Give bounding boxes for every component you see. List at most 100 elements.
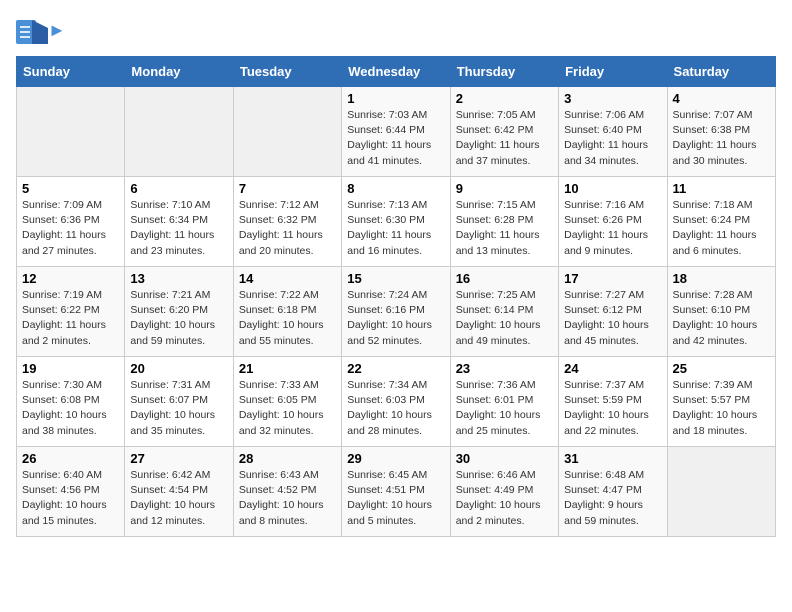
calendar-cell bbox=[667, 447, 775, 537]
day-info: Sunrise: 6:46 AM Sunset: 4:49 PM Dayligh… bbox=[456, 468, 553, 529]
calendar-cell: 30 Sunrise: 6:46 AM Sunset: 4:49 PM Dayli… bbox=[450, 447, 558, 537]
day-number: 13 bbox=[130, 271, 227, 286]
day-info: Sunrise: 7:34 AM Sunset: 6:03 PM Dayligh… bbox=[347, 378, 444, 439]
day-info: Sunrise: 7:21 AM Sunset: 6:20 PM Dayligh… bbox=[130, 288, 227, 349]
logo: ► bbox=[16, 16, 66, 44]
calendar-cell bbox=[17, 87, 125, 177]
day-info: Sunrise: 6:45 AM Sunset: 4:51 PM Dayligh… bbox=[347, 468, 444, 529]
day-info: Sunrise: 7:07 AM Sunset: 6:38 PM Dayligh… bbox=[673, 108, 770, 169]
day-number: 7 bbox=[239, 181, 336, 196]
calendar-cell: 5 Sunrise: 7:09 AM Sunset: 6:36 PM Daylig… bbox=[17, 177, 125, 267]
day-of-week-header: Thursday bbox=[450, 57, 558, 87]
day-info: Sunrise: 7:10 AM Sunset: 6:34 PM Dayligh… bbox=[130, 198, 227, 259]
calendar-cell bbox=[233, 87, 341, 177]
day-info: Sunrise: 7:13 AM Sunset: 6:30 PM Dayligh… bbox=[347, 198, 444, 259]
day-info: Sunrise: 7:15 AM Sunset: 6:28 PM Dayligh… bbox=[456, 198, 553, 259]
day-number: 8 bbox=[347, 181, 444, 196]
day-number: 20 bbox=[130, 361, 227, 376]
calendar-week-row: 1Sunrise: 7:03 AM Sunset: 6:44 PM Daylig… bbox=[17, 87, 776, 177]
day-number: 6 bbox=[130, 181, 227, 196]
calendar-cell: 31 Sunrise: 6:48 AM Sunset: 4:47 PM Dayli… bbox=[559, 447, 667, 537]
calendar-table: SundayMondayTuesdayWednesdayThursdayFrid… bbox=[16, 56, 776, 537]
calendar-cell: 23Sunrise: 7:36 AM Sunset: 6:01 PM Dayli… bbox=[450, 357, 558, 447]
day-info: Sunrise: 6:43 AM Sunset: 4:52 PM Dayligh… bbox=[239, 468, 336, 529]
calendar-cell: 21 Sunrise: 7:33 AM Sunset: 6:05 PM Dayli… bbox=[233, 357, 341, 447]
logo-icon bbox=[16, 16, 44, 44]
calendar-cell: 6 Sunrise: 7:10 AM Sunset: 6:34 PM Daylig… bbox=[125, 177, 233, 267]
day-info: Sunrise: 7:06 AM Sunset: 6:40 PM Dayligh… bbox=[564, 108, 661, 169]
calendar-cell: 9 Sunrise: 7:15 AM Sunset: 6:28 PM Daylig… bbox=[450, 177, 558, 267]
calendar-cell: 16Sunrise: 7:25 AM Sunset: 6:14 PM Dayli… bbox=[450, 267, 558, 357]
day-info: Sunrise: 7:33 AM Sunset: 6:05 PM Dayligh… bbox=[239, 378, 336, 439]
day-number: 30 bbox=[456, 451, 553, 466]
calendar-header-row: SundayMondayTuesdayWednesdayThursdayFrid… bbox=[17, 57, 776, 87]
day-info: Sunrise: 7:16 AM Sunset: 6:26 PM Dayligh… bbox=[564, 198, 661, 259]
day-number: 5 bbox=[22, 181, 119, 196]
calendar-cell: 11 Sunrise: 7:18 AM Sunset: 6:24 PM Dayli… bbox=[667, 177, 775, 267]
day-number: 26 bbox=[22, 451, 119, 466]
calendar-cell: 10 Sunrise: 7:16 AM Sunset: 6:26 PM Dayli… bbox=[559, 177, 667, 267]
calendar-cell: 27 Sunrise: 6:42 AM Sunset: 4:54 PM Dayli… bbox=[125, 447, 233, 537]
day-number: 28 bbox=[239, 451, 336, 466]
day-info: Sunrise: 6:48 AM Sunset: 4:47 PM Dayligh… bbox=[564, 468, 661, 529]
logo-text: ► bbox=[48, 20, 66, 41]
calendar-cell: 12 Sunrise: 7:19 AM Sunset: 6:22 PM Dayli… bbox=[17, 267, 125, 357]
calendar-cell: 19 Sunrise: 7:30 AM Sunset: 6:08 PM Dayli… bbox=[17, 357, 125, 447]
day-of-week-header: Tuesday bbox=[233, 57, 341, 87]
calendar-cell: 1Sunrise: 7:03 AM Sunset: 6:44 PM Daylig… bbox=[342, 87, 450, 177]
calendar-cell: 13 Sunrise: 7:21 AM Sunset: 6:20 PM Dayli… bbox=[125, 267, 233, 357]
calendar-cell: 18Sunrise: 7:28 AM Sunset: 6:10 PM Dayli… bbox=[667, 267, 775, 357]
day-number: 14 bbox=[239, 271, 336, 286]
day-info: Sunrise: 6:42 AM Sunset: 4:54 PM Dayligh… bbox=[130, 468, 227, 529]
day-number: 27 bbox=[130, 451, 227, 466]
calendar-cell: 25 Sunrise: 7:39 AM Sunset: 5:57 PM Dayli… bbox=[667, 357, 775, 447]
day-number: 12 bbox=[22, 271, 119, 286]
day-number: 1 bbox=[347, 91, 444, 106]
day-info: Sunrise: 7:05 AM Sunset: 6:42 PM Dayligh… bbox=[456, 108, 553, 169]
day-number: 18 bbox=[673, 271, 770, 286]
day-of-week-header: Saturday bbox=[667, 57, 775, 87]
day-number: 19 bbox=[22, 361, 119, 376]
day-info: Sunrise: 7:09 AM Sunset: 6:36 PM Dayligh… bbox=[22, 198, 119, 259]
calendar-cell: 2 Sunrise: 7:05 AM Sunset: 6:42 PM Daylig… bbox=[450, 87, 558, 177]
day-number: 21 bbox=[239, 361, 336, 376]
calendar-week-row: 19 Sunrise: 7:30 AM Sunset: 6:08 PM Dayli… bbox=[17, 357, 776, 447]
day-number: 24 bbox=[564, 361, 661, 376]
calendar-cell: 24 Sunrise: 7:37 AM Sunset: 5:59 PM Dayli… bbox=[559, 357, 667, 447]
day-info: Sunrise: 7:18 AM Sunset: 6:24 PM Dayligh… bbox=[673, 198, 770, 259]
calendar-cell: 28 Sunrise: 6:43 AM Sunset: 4:52 PM Dayli… bbox=[233, 447, 341, 537]
day-number: 9 bbox=[456, 181, 553, 196]
day-info: Sunrise: 7:27 AM Sunset: 6:12 PM Dayligh… bbox=[564, 288, 661, 349]
day-number: 2 bbox=[456, 91, 553, 106]
day-info: Sunrise: 7:19 AM Sunset: 6:22 PM Dayligh… bbox=[22, 288, 119, 349]
day-info: Sunrise: 7:24 AM Sunset: 6:16 PM Dayligh… bbox=[347, 288, 444, 349]
day-of-week-header: Friday bbox=[559, 57, 667, 87]
day-info: Sunrise: 7:12 AM Sunset: 6:32 PM Dayligh… bbox=[239, 198, 336, 259]
day-number: 10 bbox=[564, 181, 661, 196]
day-info: Sunrise: 6:40 AM Sunset: 4:56 PM Dayligh… bbox=[22, 468, 119, 529]
day-number: 22 bbox=[347, 361, 444, 376]
calendar-cell: 15Sunrise: 7:24 AM Sunset: 6:16 PM Dayli… bbox=[342, 267, 450, 357]
day-info: Sunrise: 7:37 AM Sunset: 5:59 PM Dayligh… bbox=[564, 378, 661, 439]
calendar-cell: 7 Sunrise: 7:12 AM Sunset: 6:32 PM Daylig… bbox=[233, 177, 341, 267]
calendar-cell: 26 Sunrise: 6:40 AM Sunset: 4:56 PM Dayli… bbox=[17, 447, 125, 537]
calendar-cell: 29 Sunrise: 6:45 AM Sunset: 4:51 PM Dayli… bbox=[342, 447, 450, 537]
day-info: Sunrise: 7:30 AM Sunset: 6:08 PM Dayligh… bbox=[22, 378, 119, 439]
day-of-week-header: Monday bbox=[125, 57, 233, 87]
day-info: Sunrise: 7:22 AM Sunset: 6:18 PM Dayligh… bbox=[239, 288, 336, 349]
day-number: 25 bbox=[673, 361, 770, 376]
calendar-cell: 20Sunrise: 7:31 AM Sunset: 6:07 PM Dayli… bbox=[125, 357, 233, 447]
day-number: 3 bbox=[564, 91, 661, 106]
calendar-cell: 17Sunrise: 7:27 AM Sunset: 6:12 PM Dayli… bbox=[559, 267, 667, 357]
day-info: Sunrise: 7:25 AM Sunset: 6:14 PM Dayligh… bbox=[456, 288, 553, 349]
calendar-cell: 14 Sunrise: 7:22 AM Sunset: 6:18 PM Dayli… bbox=[233, 267, 341, 357]
calendar-cell: 3 Sunrise: 7:06 AM Sunset: 6:40 PM Daylig… bbox=[559, 87, 667, 177]
day-number: 29 bbox=[347, 451, 444, 466]
calendar-cell: 22 Sunrise: 7:34 AM Sunset: 6:03 PM Dayli… bbox=[342, 357, 450, 447]
calendar-cell: 4Sunrise: 7:07 AM Sunset: 6:38 PM Daylig… bbox=[667, 87, 775, 177]
day-number: 11 bbox=[673, 181, 770, 196]
calendar-week-row: 12 Sunrise: 7:19 AM Sunset: 6:22 PM Dayli… bbox=[17, 267, 776, 357]
day-number: 23 bbox=[456, 361, 553, 376]
day-number: 31 bbox=[564, 451, 661, 466]
day-info: Sunrise: 7:39 AM Sunset: 5:57 PM Dayligh… bbox=[673, 378, 770, 439]
